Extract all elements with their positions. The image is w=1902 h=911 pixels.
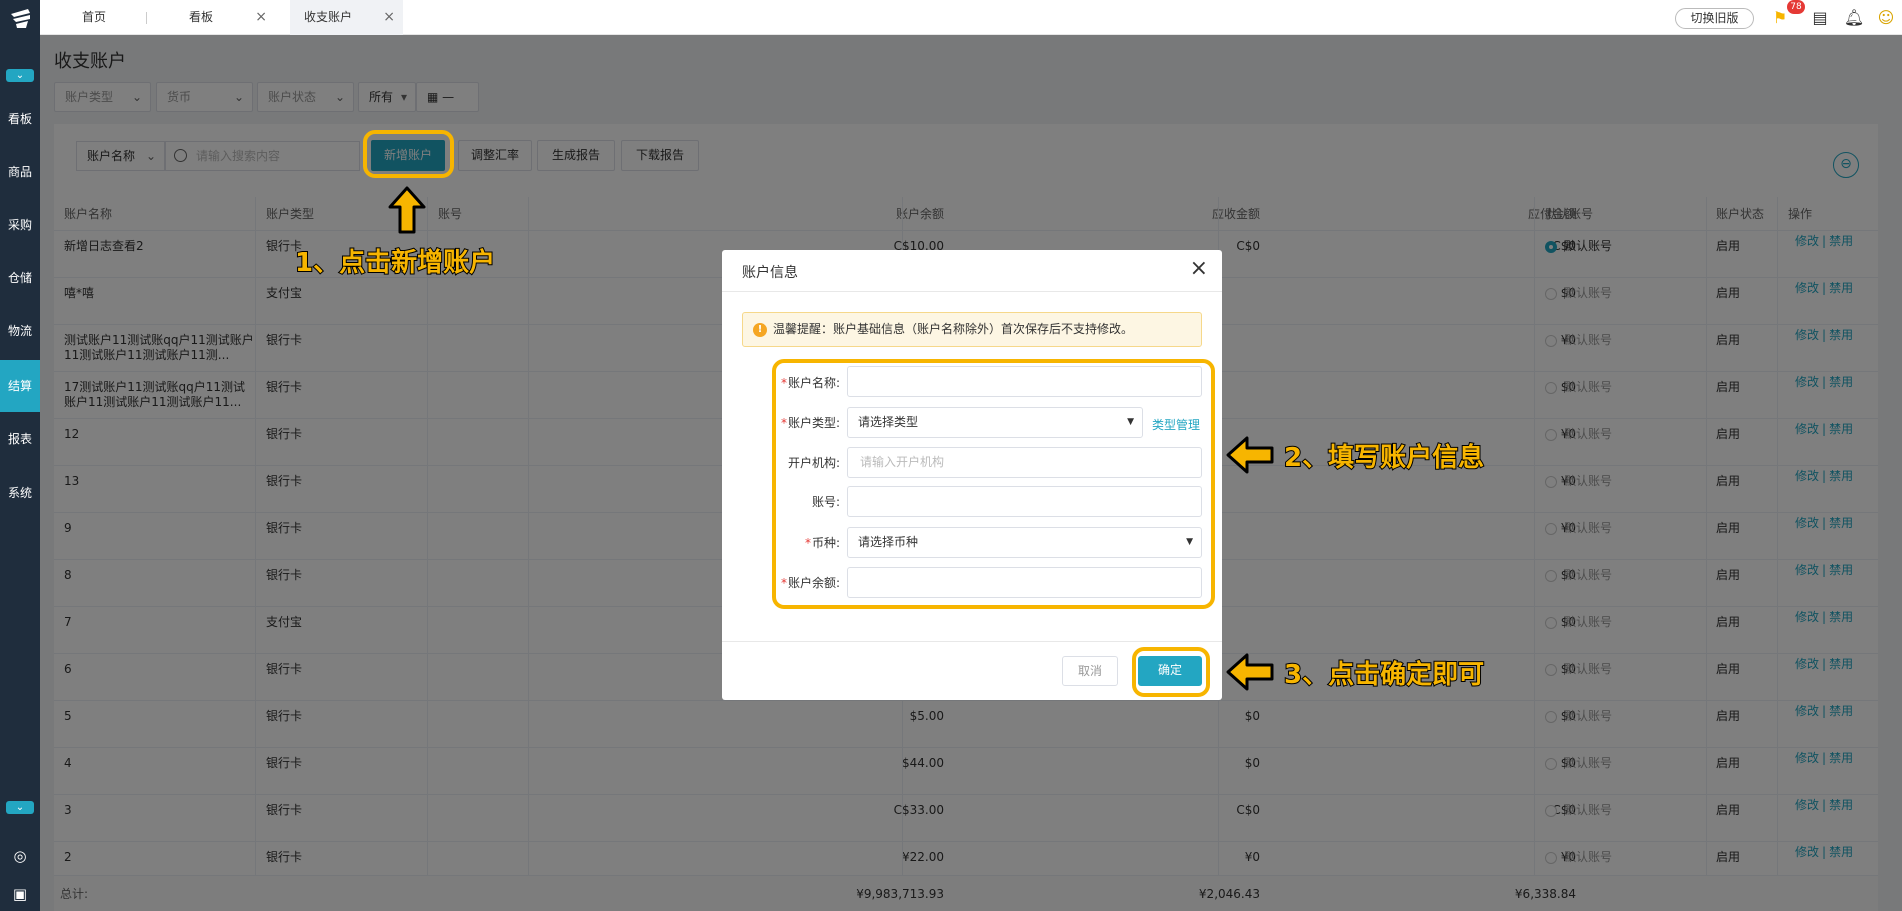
cancel-button[interactable]: 取消 xyxy=(1062,656,1118,686)
sidebar-item-system[interactable]: 系统 xyxy=(0,467,40,519)
warning-icon: ! xyxy=(753,323,767,337)
arrow-left-icon xyxy=(1225,652,1275,695)
sidebar-item-purchase[interactable]: 采购 xyxy=(0,199,40,251)
divider xyxy=(722,641,1222,642)
sidebar: ⌄ 看板 商品 采购 仓储 物流 结算 报表 系统 ⌄ ◎ ▣ xyxy=(0,0,40,911)
close-icon[interactable]: × xyxy=(383,0,395,34)
dialog-title: 账户信息 xyxy=(742,265,798,281)
annotation-step3: 3、点击确定即可 xyxy=(1283,659,1485,691)
support-icon[interactable]: ◎ xyxy=(10,846,30,866)
divider xyxy=(722,291,1222,292)
tab-label: 首页 xyxy=(82,10,107,24)
tab-dashboard[interactable]: 看板 × xyxy=(175,0,275,35)
annotation-step1: 1、点击新增账户 xyxy=(294,247,496,279)
tab-accounts[interactable]: 收支账户 × xyxy=(290,0,403,35)
sidebar-item-warehouse[interactable]: 仓储 xyxy=(0,252,40,304)
bell-icon[interactable]: 🔔︎ xyxy=(1843,7,1865,29)
sidebar-item-goods[interactable]: 商品 xyxy=(0,146,40,198)
gift-icon[interactable]: ▣ xyxy=(10,884,30,904)
tab-label: 看板 xyxy=(189,10,214,24)
tab-home[interactable]: 首页 xyxy=(68,0,146,35)
arrow-left-icon xyxy=(1225,435,1275,478)
close-icon[interactable]: × xyxy=(255,0,267,34)
sidebar-item-dashboard[interactable]: 看板 xyxy=(0,93,40,145)
sidebar-item-reports[interactable]: 报表 xyxy=(0,413,40,465)
highlight-add-button xyxy=(363,130,454,178)
tip-text: 温馨提醒：账户基础信息（账户名称除外）首次保存后不支持修改。 xyxy=(773,322,1134,336)
annotation-step2: 2、填写账户信息 xyxy=(1283,442,1485,474)
arrow-up-icon xyxy=(387,185,427,238)
task-list-icon[interactable]: ▤ xyxy=(1809,7,1831,29)
switch-old-version-button[interactable]: 切换旧版 xyxy=(1675,8,1754,29)
highlight-form-fields xyxy=(772,359,1215,609)
app-logo-icon xyxy=(8,6,34,32)
user-avatar-icon[interactable]: ☺ xyxy=(1875,7,1897,29)
tab-label: 收支账户 xyxy=(304,10,353,24)
warning-tip: ! 温馨提醒：账户基础信息（账户名称除外）首次保存后不支持修改。 xyxy=(742,312,1202,347)
tab-separator xyxy=(146,12,147,24)
highlight-confirm-button xyxy=(1132,647,1210,697)
sidebar-item-logistics[interactable]: 物流 xyxy=(0,305,40,357)
sidebar-item-settlement[interactable]: 结算 xyxy=(0,360,40,412)
collapse-chevron-icon[interactable]: ⌄ xyxy=(6,69,34,82)
close-icon[interactable]: × xyxy=(1190,256,1208,281)
notification-count-badge: 78 xyxy=(1787,0,1805,14)
expand-chevron-icon[interactable]: ⌄ xyxy=(6,801,34,814)
